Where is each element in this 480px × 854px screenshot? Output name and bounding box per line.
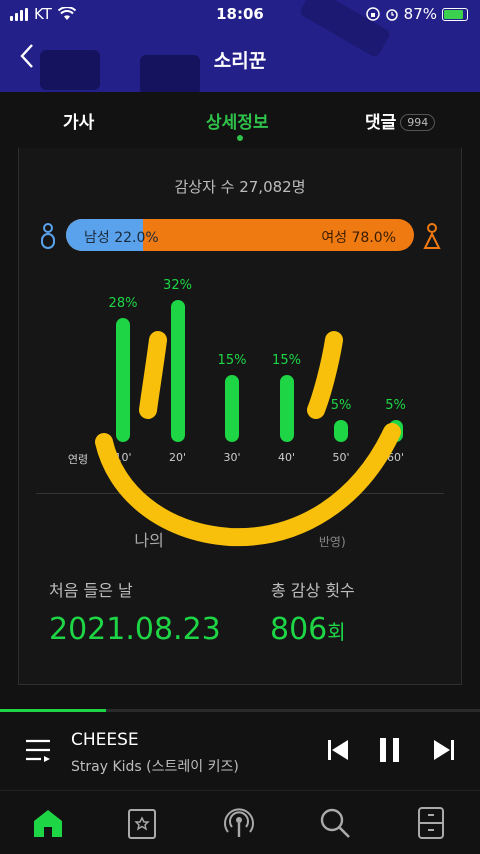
age-axis-label: 연령 — [67, 453, 89, 466]
page-title: 소리꾼 — [213, 50, 267, 72]
listen-count-label: 총 감상 횟수 — [271, 581, 355, 600]
pause-icon[interactable] — [378, 737, 402, 763]
listen-count-value: 806회 — [270, 612, 346, 647]
my-stats-heading: 나의 반영) — [0, 527, 480, 551]
mini-player[interactable]: CHEESE Stray Kids (스트레이 키즈) — [0, 712, 480, 790]
age-tick-label: 30' — [223, 451, 241, 464]
tab-comments-label: 댓글 — [365, 113, 397, 133]
age-bar — [334, 419, 348, 442]
age-bar — [116, 317, 130, 442]
tab-lyrics[interactable]: 가사 — [63, 108, 94, 133]
age-bar-label: 5% — [330, 397, 352, 413]
age-bar-label: 15% — [272, 353, 301, 369]
age-tick-label: 60' — [386, 451, 405, 464]
age-bar-label: 32% — [163, 278, 192, 293]
my-stats-heading-text: 나의 — [134, 531, 164, 550]
tab-comments[interactable]: 댓글 994 — [365, 108, 436, 133]
next-icon[interactable] — [433, 739, 455, 761]
my-stats-note: 반영) — [318, 535, 346, 549]
library-icon[interactable] — [125, 805, 161, 841]
listen-count-unit: 회 — [327, 620, 346, 644]
listen-count-number: 806 — [270, 612, 328, 647]
divider — [36, 493, 444, 494]
age-tick-label: 50' — [332, 451, 350, 464]
search-icon[interactable] — [317, 805, 353, 841]
age-bar-label: 5% — [385, 397, 406, 413]
age-tick-label: 40' — [277, 451, 296, 464]
age-bar-label: 28% — [108, 295, 138, 311]
age-bar — [225, 375, 239, 442]
battery-icon — [442, 7, 468, 21]
active-tab-indicator — [237, 135, 243, 141]
battery-percent: 87% — [403, 5, 437, 23]
female-icon — [423, 223, 441, 249]
tab-bar: 가사 상세정보 댓글 994 — [0, 92, 480, 148]
first-listen-date: 2021.08.23 — [49, 612, 221, 647]
age-bar — [170, 300, 185, 442]
playlist-icon[interactable] — [25, 738, 51, 762]
artist-name: Stray Kids (스트레이 키즈) — [71, 759, 239, 775]
comment-count-badge: 994 — [400, 114, 436, 131]
bottom-navigation — [0, 790, 480, 854]
first-listen-label: 처음 들은 날 — [49, 581, 133, 600]
home-icon[interactable] — [30, 805, 66, 841]
storage-icon[interactable] — [413, 805, 449, 841]
listener-count: 감상자 수 27,082명 — [174, 178, 306, 196]
male-share-label: 남성 22.0% — [84, 230, 159, 246]
previous-icon[interactable] — [327, 739, 349, 761]
tab-details[interactable]: 상세정보 — [206, 108, 269, 133]
age-tick-label: 10' — [114, 451, 132, 464]
alarm-icon — [385, 9, 398, 21]
podcast-icon[interactable] — [221, 805, 257, 841]
female-share-label: 여성 78.0% — [321, 230, 396, 246]
age-bar — [279, 375, 294, 442]
age-tick-label: 20' — [168, 451, 187, 464]
male-icon — [41, 223, 55, 249]
age-bar-label: 15% — [217, 353, 247, 369]
gender-ratio-bar: 남성 22.0% 여성 78.0% — [66, 219, 414, 251]
orientation-lock-icon — [365, 7, 380, 21]
song-title: CHEESE — [71, 730, 139, 750]
age-bar — [388, 419, 403, 442]
status-bar: KT 18:06 87% — [0, 0, 480, 28]
